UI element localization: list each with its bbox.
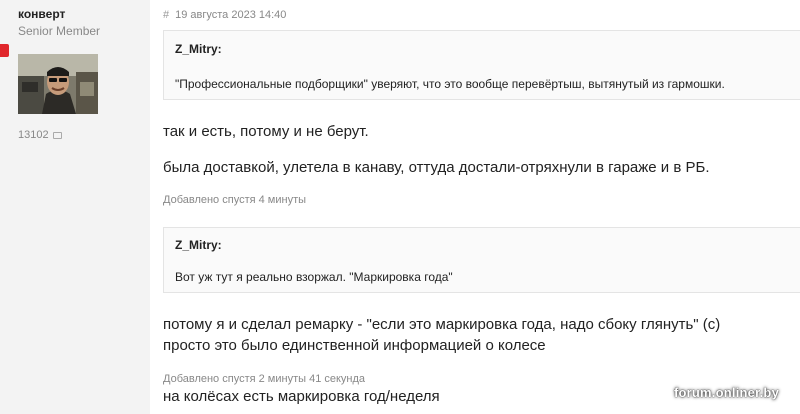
quote-text: "Профессиональные подборщики" уверяют, ч…	[175, 77, 725, 91]
post-date: 19 августа 2023 14:40	[175, 9, 287, 21]
post-text-line: просто это было единственной информацией…	[163, 337, 546, 354]
quote-author[interactable]: Z_Mitry:	[175, 238, 222, 252]
quote-author[interactable]: Z_Mitry:	[175, 42, 222, 56]
quote-text: Вот уж тут я реально взоржал. "Маркировк…	[175, 270, 453, 284]
avatar-image	[18, 54, 98, 114]
online-status-indicator	[0, 44, 9, 57]
quote-block: Z_Mitry: "Профессиональные подборщики" у…	[163, 30, 800, 100]
post-count[interactable]: 13102	[18, 129, 62, 141]
post-count-value: 13102	[18, 129, 49, 141]
post-text-line: на колёсах есть маркировка год/неделя	[163, 388, 440, 405]
post-text-line: так и есть, потому и не берут.	[163, 123, 369, 140]
avatar[interactable]	[18, 54, 98, 114]
post-meta: # 19 августа 2023 14:40	[163, 9, 286, 21]
message-icon	[52, 131, 62, 139]
post-text-line: потому я и сделал ремарку - "если это ма…	[163, 316, 721, 333]
post-text-line: была доставкой, улетела в канаву, оттуда…	[163, 159, 710, 176]
quote-block: Z_Mitry: Вот уж тут я реально взоржал. "…	[163, 227, 800, 293]
site-watermark: forum.onliner.by	[673, 385, 779, 400]
added-later-note: Добавлено спустя 2 минуты 41 секунда	[163, 373, 366, 385]
added-later-note: Добавлено спустя 4 минуты	[163, 194, 307, 206]
author-title: Senior Member	[18, 24, 101, 38]
post-permalink[interactable]: #	[163, 9, 169, 21]
author-sidebar: конверт Senior Member 13102	[0, 0, 150, 414]
author-username[interactable]: конверт	[18, 7, 65, 21]
